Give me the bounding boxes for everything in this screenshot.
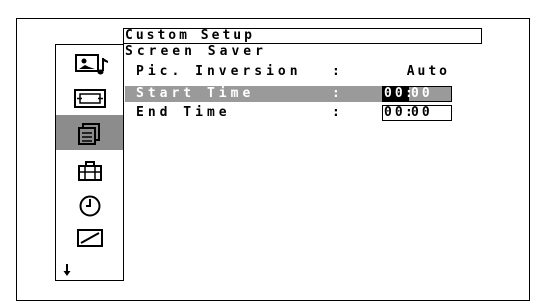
start-time-minute[interactable]: 00 (411, 86, 433, 102)
menu-title: Custom Setup (125, 28, 255, 43)
down-arrow-icon (62, 262, 72, 276)
submenu-title: Screen Saver (125, 44, 267, 59)
pic-inversion-value[interactable]: Auto (407, 64, 450, 80)
pic-inversion-label: Pic. Inversion (136, 64, 302, 79)
end-time-row[interactable]: End Time : 00 : 00 (125, 105, 452, 121)
picture-sound-icon[interactable] (75, 52, 111, 78)
pic-inversion-colon: : (332, 64, 340, 79)
custom-setup-icon[interactable] (77, 120, 103, 146)
end-time-hour[interactable]: 00 (384, 105, 406, 121)
end-time-label: End Time (136, 105, 231, 120)
pic-inversion-row[interactable]: Pic. Inversion : Auto (125, 64, 452, 80)
adjust-icon[interactable] (76, 227, 104, 249)
screen-size-icon[interactable] (74, 88, 106, 110)
start-time-hour[interactable]: 00 (384, 86, 406, 102)
end-time-colon: : (332, 105, 340, 120)
clock-icon[interactable] (78, 194, 102, 218)
start-time-label: Start Time (136, 86, 255, 101)
start-time-row[interactable]: Start Time : 00 : 00 (125, 86, 452, 102)
start-time-colon: : (332, 86, 340, 101)
end-time-minute[interactable]: 00 (411, 105, 433, 121)
toolbox-icon[interactable] (77, 160, 103, 182)
